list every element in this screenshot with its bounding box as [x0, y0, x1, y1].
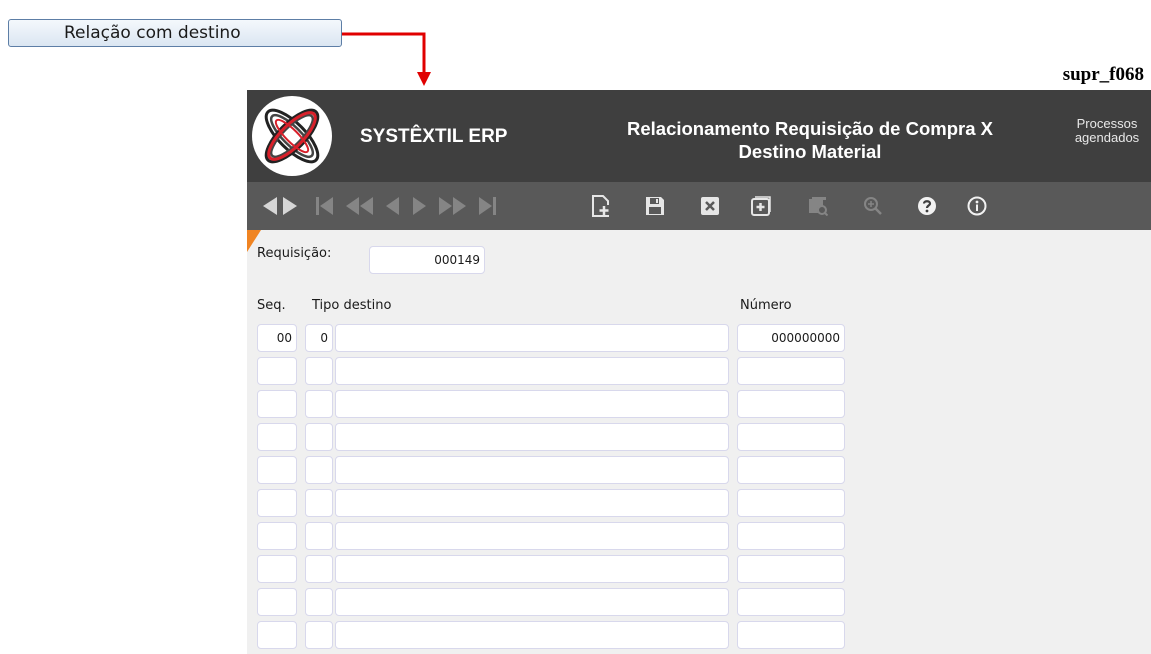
numero-cell[interactable]	[737, 489, 845, 517]
zoom-icon[interactable]	[860, 182, 886, 230]
screen-code: supr_f068	[1062, 64, 1144, 85]
requisicao-input[interactable]: 000149	[369, 246, 485, 274]
tipo-cell[interactable]	[305, 423, 333, 451]
table-row	[247, 357, 1151, 385]
query-icon[interactable]	[805, 182, 831, 230]
tipo-cell[interactable]	[305, 522, 333, 550]
info-icon[interactable]	[964, 182, 990, 230]
page-title-line2: Destino Material	[738, 141, 882, 162]
tipo-descricao-cell[interactable]	[335, 489, 729, 517]
tipo-cell[interactable]	[305, 489, 333, 517]
seq-cell[interactable]	[257, 621, 297, 649]
tipo-cell[interactable]	[305, 621, 333, 649]
back-icon[interactable]	[379, 182, 405, 230]
delete-icon[interactable]	[697, 182, 723, 230]
numero-cell[interactable]	[737, 588, 845, 616]
seq-cell[interactable]	[257, 456, 297, 484]
tipo-cell[interactable]	[305, 390, 333, 418]
numero-cell[interactable]	[737, 357, 845, 385]
col-header-numero: Número	[740, 298, 792, 313]
seq-cell[interactable]	[257, 555, 297, 583]
numero-cell[interactable]	[737, 621, 845, 649]
page-title: Relacionamento Requisição de Compra X De…	[575, 117, 1045, 163]
brand-name: SYSTÊXTIL ERP	[360, 126, 508, 147]
relacao-com-destino-button[interactable]: Relação com destino	[8, 19, 342, 47]
seq-cell[interactable]	[257, 588, 297, 616]
tipo-descricao-cell[interactable]	[335, 324, 729, 352]
previous-record-icon[interactable]	[259, 182, 281, 230]
last-record-icon[interactable]	[473, 182, 501, 230]
page-title-line1: Relacionamento Requisição de Compra X	[627, 118, 993, 139]
forward-icon[interactable]	[407, 182, 433, 230]
tipo-cell[interactable]	[305, 555, 333, 583]
tipo-descricao-cell[interactable]	[335, 423, 729, 451]
numero-cell[interactable]	[737, 390, 845, 418]
numero-cell[interactable]	[737, 522, 845, 550]
seq-cell[interactable]	[257, 357, 297, 385]
seq-cell[interactable]	[257, 489, 297, 517]
scheduled-line1: Processos	[1076, 116, 1138, 131]
numero-cell[interactable]	[737, 456, 845, 484]
table-row: 00 0 000000000	[247, 324, 1151, 352]
seq-cell[interactable]: 00	[257, 324, 297, 352]
table-row	[247, 555, 1151, 583]
tipo-descricao-cell[interactable]	[335, 522, 729, 550]
app-header: SYSTÊXTIL ERP Relacionamento Requisição …	[247, 90, 1151, 182]
tipo-descricao-cell[interactable]	[335, 456, 729, 484]
fast-forward-icon[interactable]	[435, 182, 471, 230]
tipo-descricao-cell[interactable]	[335, 621, 729, 649]
col-header-tipo-destino: Tipo destino	[312, 298, 392, 313]
help-icon[interactable]	[914, 182, 940, 230]
new-record-icon[interactable]	[588, 182, 614, 230]
scheduled-processes-link[interactable]: Processos agendados	[1062, 117, 1151, 145]
systextil-logo	[252, 96, 332, 176]
table-row	[247, 621, 1151, 649]
tipo-cell[interactable]	[305, 588, 333, 616]
numero-cell[interactable]	[737, 555, 845, 583]
tipo-cell[interactable]	[305, 456, 333, 484]
requisicao-label: Requisição:	[257, 246, 332, 261]
tipo-descricao-cell[interactable]	[335, 390, 729, 418]
toolbar	[247, 182, 1151, 230]
form-area: Requisição: 000149 Seq. Tipo destino Núm…	[247, 230, 1151, 654]
insert-line-icon[interactable]	[748, 182, 774, 230]
app-window: SYSTÊXTIL ERP Relacionamento Requisição …	[247, 90, 1151, 654]
scheduled-line2: agendados	[1074, 130, 1140, 145]
tipo-cell[interactable]	[305, 357, 333, 385]
col-header-seq: Seq.	[257, 298, 286, 313]
table-row	[247, 588, 1151, 616]
next-record-icon[interactable]	[279, 182, 301, 230]
numero-cell[interactable]: 000000000	[737, 324, 845, 352]
tipo-descricao-cell[interactable]	[335, 357, 729, 385]
tipo-cell[interactable]: 0	[305, 324, 333, 352]
seq-cell[interactable]	[257, 390, 297, 418]
table-row	[247, 423, 1151, 451]
tipo-descricao-cell[interactable]	[335, 588, 729, 616]
seq-cell[interactable]	[257, 522, 297, 550]
first-record-icon[interactable]	[311, 182, 339, 230]
table-row	[247, 489, 1151, 517]
table-row	[247, 456, 1151, 484]
fast-back-icon[interactable]	[341, 182, 377, 230]
callout-arrow	[342, 32, 431, 86]
table-row	[247, 390, 1151, 418]
tipo-descricao-cell[interactable]	[335, 555, 729, 583]
save-icon[interactable]	[642, 182, 668, 230]
table-row	[247, 522, 1151, 550]
seq-cell[interactable]	[257, 423, 297, 451]
numero-cell[interactable]	[737, 423, 845, 451]
